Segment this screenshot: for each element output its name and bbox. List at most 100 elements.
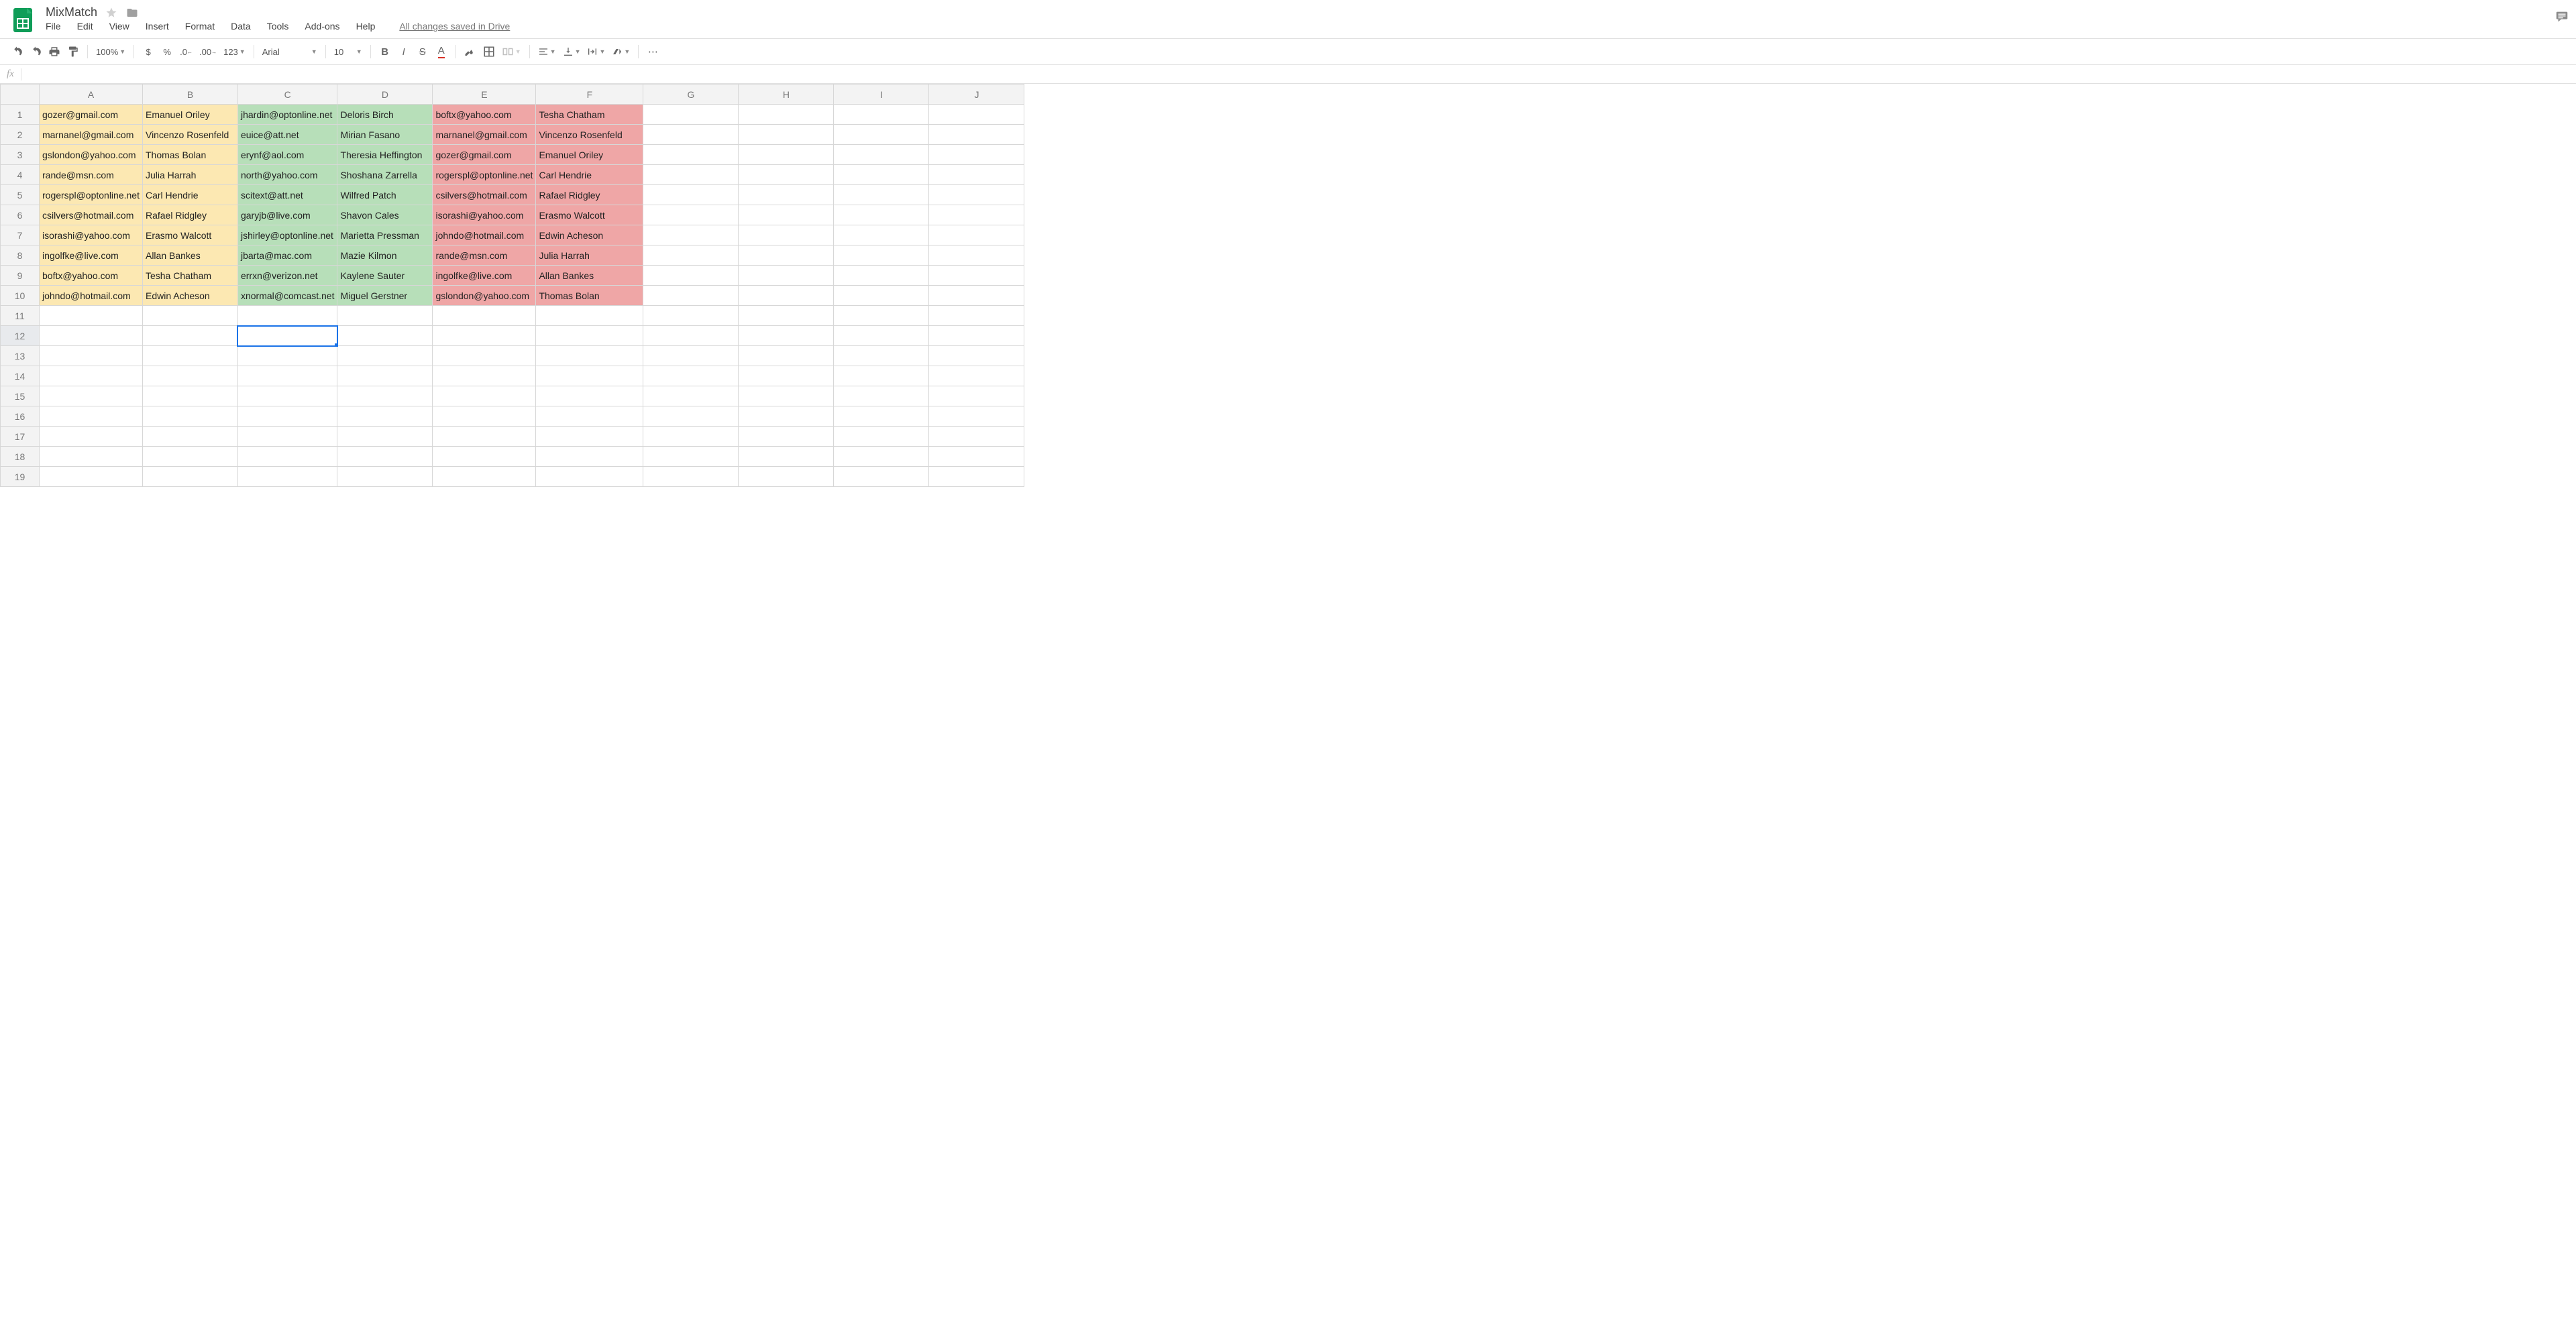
cell-G14[interactable]: [643, 366, 739, 386]
cell-B17[interactable]: [142, 427, 237, 447]
cell-I4[interactable]: [834, 165, 929, 185]
cell-J19[interactable]: [929, 467, 1024, 487]
menu-tools[interactable]: Tools: [267, 21, 289, 32]
cell-G9[interactable]: [643, 266, 739, 286]
cell-C14[interactable]: [237, 366, 337, 386]
cell-F15[interactable]: [536, 386, 643, 406]
cell-A7[interactable]: isorashi@yahoo.com: [40, 225, 143, 245]
cell-E11[interactable]: [433, 306, 536, 326]
sheets-logo-icon[interactable]: [8, 5, 38, 35]
cell-C18[interactable]: [237, 447, 337, 467]
cell-A16[interactable]: [40, 406, 143, 427]
cell-F19[interactable]: [536, 467, 643, 487]
menu-format[interactable]: Format: [185, 21, 215, 32]
cell-D2[interactable]: Mirian Fasano: [337, 125, 433, 145]
cell-H13[interactable]: [739, 346, 834, 366]
cell-F1[interactable]: Tesha Chatham: [536, 105, 643, 125]
cell-D10[interactable]: Miguel Gerstner: [337, 286, 433, 306]
cell-G1[interactable]: [643, 105, 739, 125]
col-header-D[interactable]: D: [337, 85, 433, 105]
redo-button[interactable]: [27, 43, 44, 60]
cell-J1[interactable]: [929, 105, 1024, 125]
cell-I14[interactable]: [834, 366, 929, 386]
halign-button[interactable]: ▼: [535, 43, 559, 60]
cell-C10[interactable]: xnormal@comcast.net: [237, 286, 337, 306]
cell-C1[interactable]: jhardin@optonline.net: [237, 105, 337, 125]
cell-I3[interactable]: [834, 145, 929, 165]
cell-E9[interactable]: ingolfke@live.com: [433, 266, 536, 286]
cell-D16[interactable]: [337, 406, 433, 427]
grid[interactable]: ABCDEFGHIJ 1gozer@gmail.comEmanuel Orile…: [0, 84, 2576, 1320]
cell-F4[interactable]: Carl Hendrie: [536, 165, 643, 185]
cell-B9[interactable]: Tesha Chatham: [142, 266, 237, 286]
zoom-dropdown[interactable]: 100%▼: [93, 43, 128, 60]
cell-J13[interactable]: [929, 346, 1024, 366]
cell-B8[interactable]: Allan Bankes: [142, 245, 237, 266]
font-dropdown[interactable]: Arial▼: [260, 43, 320, 60]
cell-C19[interactable]: [237, 467, 337, 487]
cell-J7[interactable]: [929, 225, 1024, 245]
cell-G17[interactable]: [643, 427, 739, 447]
cell-A19[interactable]: [40, 467, 143, 487]
cell-F16[interactable]: [536, 406, 643, 427]
cell-C16[interactable]: [237, 406, 337, 427]
cell-C6[interactable]: garyjb@live.com: [237, 205, 337, 225]
col-header-B[interactable]: B: [142, 85, 237, 105]
cell-C8[interactable]: jbarta@mac.com: [237, 245, 337, 266]
cell-F7[interactable]: Edwin Acheson: [536, 225, 643, 245]
cell-J3[interactable]: [929, 145, 1024, 165]
row-header-3[interactable]: 3: [1, 145, 40, 165]
cell-H8[interactable]: [739, 245, 834, 266]
cell-D5[interactable]: Wilfred Patch: [337, 185, 433, 205]
cell-F18[interactable]: [536, 447, 643, 467]
cell-G15[interactable]: [643, 386, 739, 406]
cell-E8[interactable]: rande@msn.com: [433, 245, 536, 266]
cell-B2[interactable]: Vincenzo Rosenfeld: [142, 125, 237, 145]
formula-input[interactable]: [21, 65, 2576, 83]
comment-icon[interactable]: [2555, 9, 2569, 24]
fontsize-dropdown[interactable]: 10▼: [331, 43, 365, 60]
cell-E19[interactable]: [433, 467, 536, 487]
cell-G13[interactable]: [643, 346, 739, 366]
cell-G6[interactable]: [643, 205, 739, 225]
text-color-button[interactable]: A: [433, 43, 450, 60]
col-header-C[interactable]: C: [237, 85, 337, 105]
cell-J4[interactable]: [929, 165, 1024, 185]
cell-D8[interactable]: Mazie Kilmon: [337, 245, 433, 266]
cell-C9[interactable]: errxn@verizon.net: [237, 266, 337, 286]
cell-G19[interactable]: [643, 467, 739, 487]
cell-E16[interactable]: [433, 406, 536, 427]
cell-I6[interactable]: [834, 205, 929, 225]
row-header-10[interactable]: 10: [1, 286, 40, 306]
cell-G11[interactable]: [643, 306, 739, 326]
cell-D7[interactable]: Marietta Pressman: [337, 225, 433, 245]
cell-A12[interactable]: [40, 326, 143, 346]
valign-button[interactable]: ▼: [560, 43, 584, 60]
cell-I13[interactable]: [834, 346, 929, 366]
currency-button[interactable]: $: [140, 43, 157, 60]
cell-H6[interactable]: [739, 205, 834, 225]
row-header-17[interactable]: 17: [1, 427, 40, 447]
cell-C3[interactable]: erynf@aol.com: [237, 145, 337, 165]
cell-J9[interactable]: [929, 266, 1024, 286]
fill-color-button[interactable]: [462, 43, 479, 60]
row-header-4[interactable]: 4: [1, 165, 40, 185]
cell-J2[interactable]: [929, 125, 1024, 145]
cell-B13[interactable]: [142, 346, 237, 366]
cell-H4[interactable]: [739, 165, 834, 185]
row-header-5[interactable]: 5: [1, 185, 40, 205]
cell-G3[interactable]: [643, 145, 739, 165]
cell-C15[interactable]: [237, 386, 337, 406]
italic-button[interactable]: I: [395, 43, 413, 60]
cell-C2[interactable]: euice@att.net: [237, 125, 337, 145]
wrap-button[interactable]: ▼: [584, 43, 608, 60]
cell-A10[interactable]: johndo@hotmail.com: [40, 286, 143, 306]
cell-C13[interactable]: [237, 346, 337, 366]
percent-button[interactable]: %: [158, 43, 176, 60]
col-header-G[interactable]: G: [643, 85, 739, 105]
doc-title[interactable]: MixMatch: [46, 5, 97, 19]
row-header-9[interactable]: 9: [1, 266, 40, 286]
cell-B11[interactable]: [142, 306, 237, 326]
cell-D14[interactable]: [337, 366, 433, 386]
row-header-18[interactable]: 18: [1, 447, 40, 467]
